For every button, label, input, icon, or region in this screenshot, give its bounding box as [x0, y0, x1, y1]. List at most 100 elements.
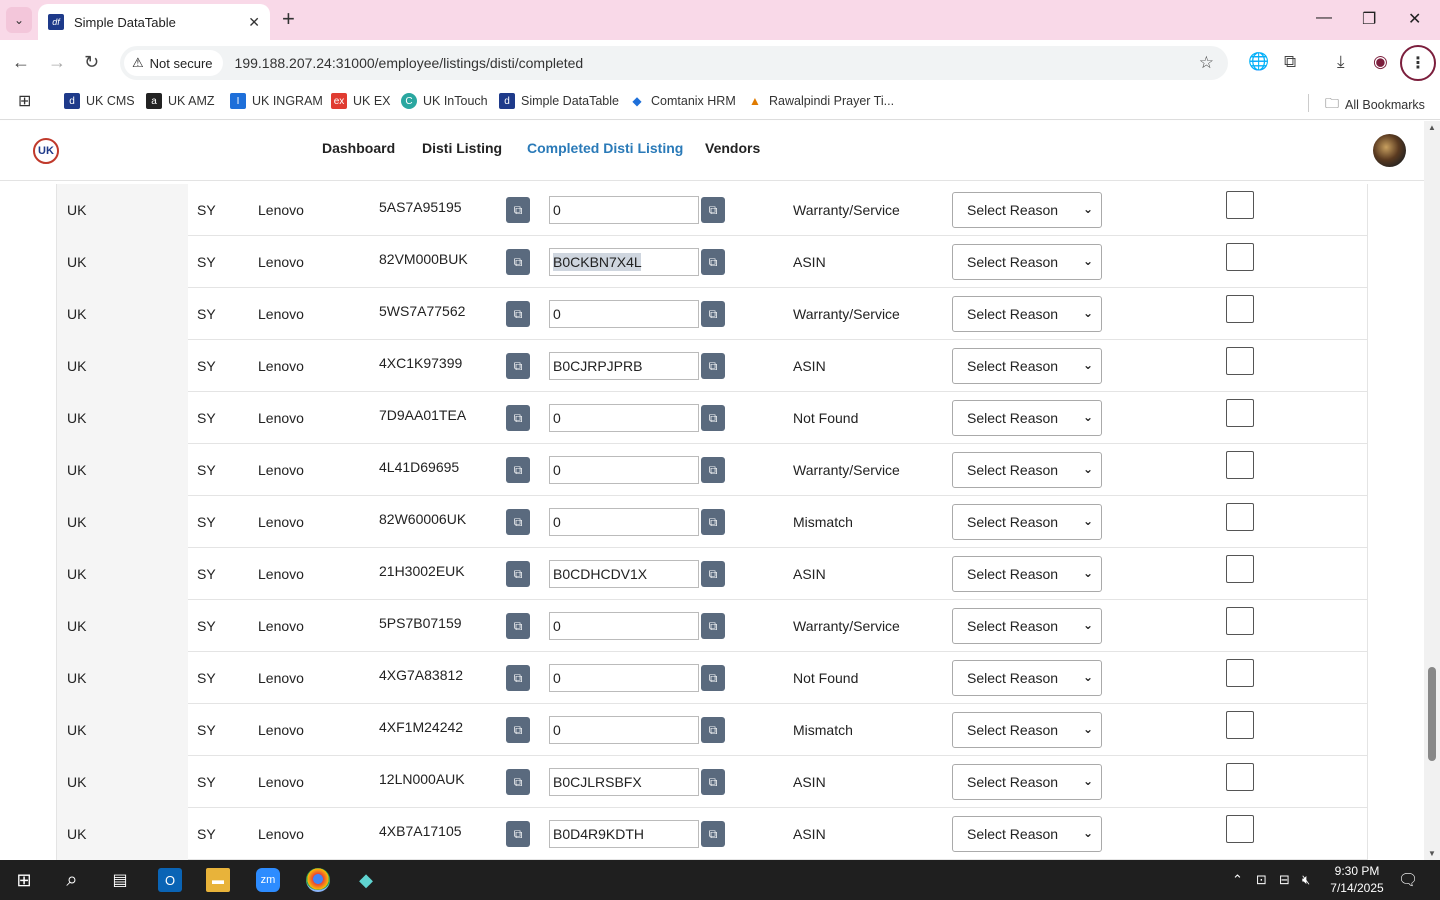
copy-asin-button[interactable]: ⧉	[701, 561, 725, 587]
scroll-up-arrow-icon[interactable]: ▲	[1428, 123, 1436, 132]
copy-asin-button[interactable]: ⧉	[701, 353, 725, 379]
copy-part-button[interactable]: ⧉	[506, 301, 530, 327]
tray-wifi-icon[interactable]: ⊟	[1279, 872, 1290, 888]
nav-dashboard[interactable]: Dashboard	[322, 140, 395, 156]
row-checkbox[interactable]	[1226, 659, 1254, 687]
browser-menu-icon[interactable]: ⋮	[1400, 45, 1436, 81]
asin-input[interactable]	[549, 352, 699, 380]
apps-grid-icon[interactable]: ⊞	[18, 91, 31, 111]
row-checkbox[interactable]	[1226, 815, 1254, 843]
copy-part-button[interactable]: ⧉	[506, 509, 530, 535]
nav-disti-listing[interactable]: Disti Listing	[422, 140, 502, 156]
asin-input[interactable]	[549, 716, 699, 744]
copy-part-button[interactable]: ⧉	[506, 353, 530, 379]
copy-asin-button[interactable]: ⧉	[701, 509, 725, 535]
copy-asin-button[interactable]: ⧉	[701, 457, 725, 483]
task-view-icon[interactable]: ▤	[108, 868, 132, 892]
file-explorer-icon[interactable]: ▬	[206, 868, 230, 892]
row-checkbox[interactable]	[1226, 607, 1254, 635]
copy-asin-button[interactable]: ⧉	[701, 769, 725, 795]
back-arrow-icon[interactable]: ←	[12, 52, 30, 73]
copy-part-button[interactable]: ⧉	[506, 561, 530, 587]
bookmark-simple-datatable[interactable]: d Simple DataTable	[499, 93, 619, 109]
copy-asin-button[interactable]: ⧉	[701, 613, 725, 639]
tray-network-alert-icon[interactable]: ⊡	[1256, 872, 1267, 888]
copy-part-button[interactable]: ⧉	[506, 665, 530, 691]
zoom-icon[interactable]: zm	[256, 868, 280, 892]
copy-asin-button[interactable]: ⧉	[701, 197, 725, 223]
copy-part-button[interactable]: ⧉	[506, 457, 530, 483]
reason-select[interactable]: Select Reason ⌄	[952, 660, 1102, 696]
reason-select[interactable]: Select Reason ⌄	[952, 348, 1102, 384]
reason-select[interactable]: Select Reason ⌄	[952, 764, 1102, 800]
notification-center-icon[interactable]: 🗨︎	[1398, 870, 1418, 890]
copy-part-button[interactable]: ⧉	[506, 613, 530, 639]
asin-input[interactable]	[549, 820, 699, 848]
profile-icon[interactable]: ◉	[1373, 52, 1388, 72]
row-checkbox[interactable]	[1226, 191, 1254, 219]
row-checkbox[interactable]	[1226, 711, 1254, 739]
copy-part-button[interactable]: ⧉	[506, 769, 530, 795]
bookmark-uk-cms[interactable]: d UK CMS	[64, 93, 135, 109]
copy-asin-button[interactable]: ⧉	[701, 821, 725, 847]
url-text[interactable]: 199.188.207.24:31000/employee/listings/d…	[235, 55, 584, 71]
outlook-icon[interactable]: O	[158, 868, 182, 892]
reason-select[interactable]: Select Reason ⌄	[952, 816, 1102, 852]
asin-input[interactable]	[549, 560, 699, 588]
app-diamond-icon[interactable]: ◆	[354, 868, 378, 892]
row-checkbox[interactable]	[1226, 763, 1254, 791]
translate-globe-icon[interactable]: 🌐	[1248, 52, 1269, 72]
bookmark-uk-intouch[interactable]: C UK InTouch	[401, 93, 488, 109]
copy-part-button[interactable]: ⧉	[506, 821, 530, 847]
forward-arrow-icon[interactable]: →	[48, 52, 66, 73]
tray-chevron-up-icon[interactable]: ⌃	[1232, 872, 1243, 888]
browser-tab[interactable]: df Simple DataTable ✕	[38, 4, 270, 40]
copy-part-button[interactable]: ⧉	[506, 197, 530, 223]
new-tab-icon[interactable]: +	[282, 8, 295, 30]
copy-part-button[interactable]: ⧉	[506, 249, 530, 275]
chrome-icon[interactable]	[306, 868, 330, 892]
asin-input[interactable]	[549, 456, 699, 484]
nav-vendors[interactable]: Vendors	[705, 140, 760, 156]
page-scrollbar[interactable]: ▲ ▼	[1424, 121, 1440, 860]
user-avatar[interactable]	[1373, 134, 1406, 167]
uk-logo[interactable]: UK	[33, 138, 59, 164]
bookmark-uk-amz[interactable]: a UK AMZ	[146, 93, 215, 109]
window-minimize-icon[interactable]: —	[1316, 9, 1332, 27]
copy-asin-button[interactable]: ⧉	[701, 301, 725, 327]
copy-part-button[interactable]: ⧉	[506, 405, 530, 431]
reason-select[interactable]: Select Reason ⌄	[952, 608, 1102, 644]
window-restore-icon[interactable]: ❐	[1362, 9, 1376, 29]
copy-part-button[interactable]: ⧉	[506, 717, 530, 743]
security-chip[interactable]: ⚠ Not secure	[124, 50, 223, 76]
bookmark-uk-ingram[interactable]: I UK INGRAM	[230, 93, 323, 109]
copy-asin-button[interactable]: ⧉	[701, 717, 725, 743]
asin-input[interactable]	[549, 508, 699, 536]
tray-volume-muted-icon[interactable]: 🔇︎	[1302, 872, 1310, 888]
windows-start-icon[interactable]: ⊞	[12, 868, 36, 892]
scrollbar-thumb[interactable]	[1428, 667, 1436, 761]
asin-input[interactable]	[549, 612, 699, 640]
extensions-puzzle-icon[interactable]: ⧉	[1284, 52, 1296, 72]
reason-select[interactable]: Select Reason ⌄	[952, 556, 1102, 592]
reason-select[interactable]: Select Reason ⌄	[952, 244, 1102, 280]
row-checkbox[interactable]	[1226, 347, 1254, 375]
copy-asin-button[interactable]: ⧉	[701, 665, 725, 691]
tab-close-icon[interactable]: ✕	[248, 14, 260, 31]
reload-icon[interactable]: ↻	[84, 52, 99, 73]
asin-input[interactable]	[549, 664, 699, 692]
scroll-down-arrow-icon[interactable]: ▼	[1428, 849, 1436, 858]
row-checkbox[interactable]	[1226, 295, 1254, 323]
bookmark-rawalpindi-prayer[interactable]: ▲ Rawalpindi Prayer Ti...	[747, 93, 894, 109]
copy-asin-button[interactable]: ⧉	[701, 249, 725, 275]
tab-search-chevron-icon[interactable]: ⌄	[6, 7, 32, 33]
reason-select[interactable]: Select Reason ⌄	[952, 192, 1102, 228]
bookmark-uk-ex[interactable]: ex UK EX	[331, 93, 391, 109]
asin-input[interactable]	[549, 768, 699, 796]
asin-input[interactable]	[549, 248, 699, 276]
address-bar[interactable]: ⚠ Not secure 199.188.207.24:31000/employ…	[120, 46, 1228, 80]
asin-input[interactable]	[549, 404, 699, 432]
reason-select[interactable]: Select Reason ⌄	[952, 452, 1102, 488]
window-close-icon[interactable]: ✕	[1408, 9, 1421, 29]
row-checkbox[interactable]	[1226, 451, 1254, 479]
